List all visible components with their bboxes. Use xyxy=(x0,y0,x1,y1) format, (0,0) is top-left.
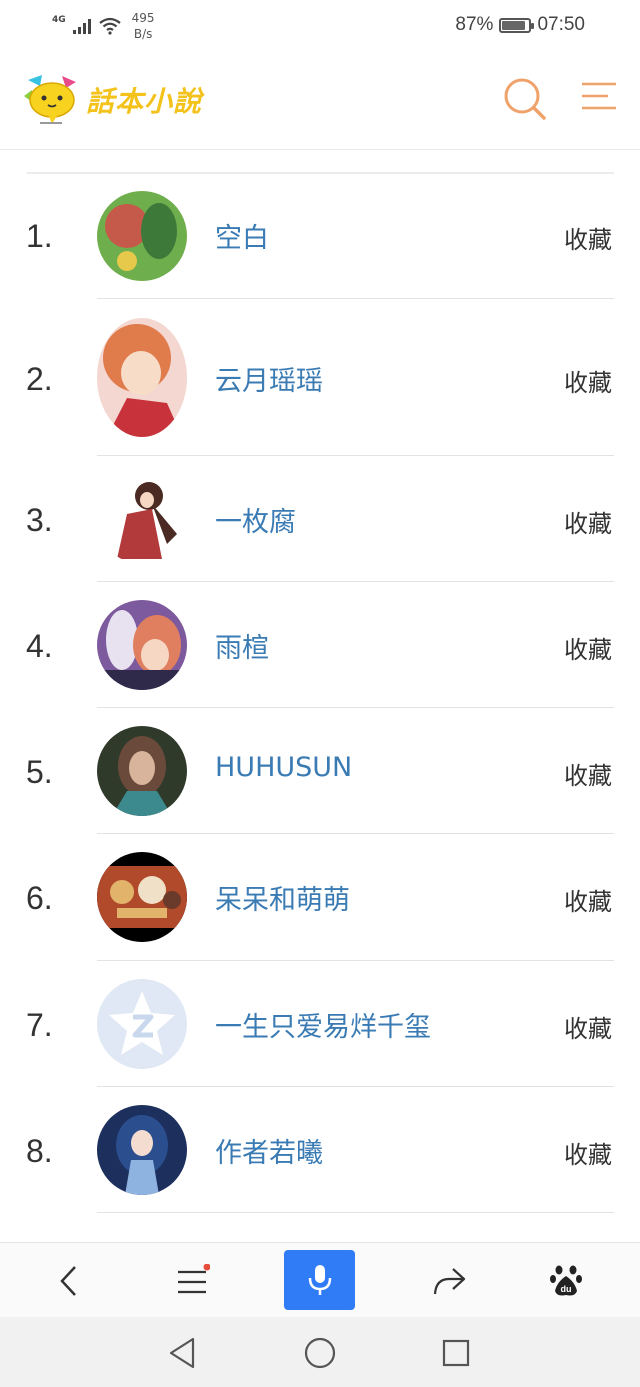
site-logo[interactable]: 話本小說 xyxy=(22,70,222,130)
author-name[interactable]: 一枚腐 xyxy=(215,500,296,539)
system-navigation-bar xyxy=(0,1317,640,1387)
favorite-link[interactable]: 收藏 xyxy=(564,220,612,255)
triangle-back-icon xyxy=(169,1337,195,1369)
circle-home-icon xyxy=(304,1337,336,1369)
list-item[interactable]: 6. 呆呆和萌萌 收藏 xyxy=(0,834,640,960)
baidu-text: du xyxy=(561,1284,572,1294)
author-avatar[interactable] xyxy=(97,474,187,564)
menu-button[interactable] xyxy=(576,76,620,120)
author-avatar[interactable] xyxy=(97,979,187,1069)
author-avatar[interactable] xyxy=(97,191,187,281)
voice-search-button[interactable] xyxy=(284,1250,355,1310)
favorite-link[interactable]: 收藏 xyxy=(564,1009,612,1044)
list-item[interactable]: 4. 雨楦 收藏 xyxy=(0,582,640,708)
list-item[interactable]: 3. 一枚腐 收藏 xyxy=(0,456,640,582)
list-item[interactable]: 5. HUHUSUN 收藏 xyxy=(0,708,640,834)
speed-value: 495 xyxy=(131,11,155,25)
favorite-link[interactable]: 收藏 xyxy=(564,756,612,791)
author-avatar[interactable] xyxy=(97,600,187,690)
app-header: 話本小說 xyxy=(0,52,640,150)
author-avatar[interactable] xyxy=(97,1105,187,1195)
browser-toolbar: du xyxy=(0,1242,640,1317)
search-icon xyxy=(504,78,546,120)
author-avatar[interactable] xyxy=(97,726,187,816)
author-avatar[interactable] xyxy=(97,318,187,437)
rank-number: 4. xyxy=(26,628,53,664)
search-button[interactable] xyxy=(500,74,550,124)
share-icon xyxy=(433,1268,466,1295)
rank-number: 3. xyxy=(26,502,53,538)
status-left: 4G 495 B/s xyxy=(52,10,155,42)
browser-menu-button[interactable] xyxy=(162,1251,222,1311)
network-type: 4G xyxy=(52,15,66,25)
author-name[interactable]: 作者若曦 xyxy=(215,1131,323,1170)
logo-text: 話本小說 xyxy=(86,85,203,118)
avatar-image xyxy=(97,852,187,942)
rank-number: 8. xyxy=(26,1133,53,1169)
status-right: 87% 07:50 xyxy=(455,14,585,36)
avatar-image xyxy=(97,726,187,816)
square-recents-icon xyxy=(442,1339,470,1367)
favorite-link[interactable]: 收藏 xyxy=(564,1135,612,1170)
rank-number: 7. xyxy=(26,1007,53,1043)
clock: 07:50 xyxy=(537,14,585,35)
favorite-link[interactable]: 收藏 xyxy=(564,630,612,665)
battery-percent: 87% xyxy=(455,14,494,35)
author-name[interactable]: 一生只爱易烊千玺 xyxy=(215,1005,431,1044)
battery-icon xyxy=(499,17,535,33)
wifi-icon xyxy=(98,17,121,35)
network-speed: 495 B/s xyxy=(132,10,155,42)
list-item[interactable]: 7. 一生只爱易烊千玺 收藏 xyxy=(0,961,640,1087)
avatar-image xyxy=(97,191,187,281)
favorite-link[interactable]: 收藏 xyxy=(564,363,612,398)
menu-icon xyxy=(582,82,616,110)
author-name[interactable]: 空白 xyxy=(215,216,269,255)
rank-number: 1. xyxy=(26,218,53,254)
share-button[interactable] xyxy=(419,1251,479,1311)
rank-number: 6. xyxy=(26,880,53,916)
list-item[interactable]: 1. 空白 收藏 xyxy=(0,174,640,299)
row-divider xyxy=(97,1212,614,1213)
menu-icon xyxy=(178,1264,210,1294)
list-item[interactable]: 8. 作者若曦 收藏 xyxy=(0,1087,640,1213)
back-button[interactable] xyxy=(40,1251,100,1311)
favorite-link[interactable]: 收藏 xyxy=(564,504,612,539)
baidu-paw-icon: du xyxy=(550,1265,582,1296)
author-name[interactable]: 呆呆和萌萌 xyxy=(215,878,350,917)
avatar-image xyxy=(97,474,187,564)
notification-dot xyxy=(203,1264,210,1271)
logo-mascot-icon xyxy=(24,75,76,124)
rank-number: 2. xyxy=(26,361,53,397)
author-name[interactable]: 雨楦 xyxy=(215,626,269,665)
system-back-button[interactable] xyxy=(160,1331,204,1375)
baidu-button[interactable]: du xyxy=(536,1251,596,1311)
system-home-button[interactable] xyxy=(298,1331,342,1375)
avatar-image xyxy=(97,318,187,437)
rank-number: 5. xyxy=(26,754,53,790)
speed-unit: B/s xyxy=(133,27,153,41)
microphone-icon xyxy=(308,1265,331,1295)
chevron-left-icon xyxy=(60,1266,76,1296)
avatar-image xyxy=(97,1105,187,1195)
system-recents-button[interactable] xyxy=(434,1331,478,1375)
status-bar: 4G 495 B/s 87% 07:50 xyxy=(0,0,640,52)
avatar-image xyxy=(97,600,187,690)
favorite-link[interactable]: 收藏 xyxy=(564,882,612,917)
signal-icon xyxy=(72,19,91,34)
list-item[interactable]: 2. 云月瑶瑶 收藏 xyxy=(0,299,640,456)
author-name[interactable]: 云月瑶瑶 xyxy=(215,359,323,398)
author-name[interactable]: HUHUSUN xyxy=(215,752,352,783)
battery-fill xyxy=(502,20,526,30)
default-avatar-icon xyxy=(97,979,187,1069)
author-avatar[interactable] xyxy=(97,852,187,942)
